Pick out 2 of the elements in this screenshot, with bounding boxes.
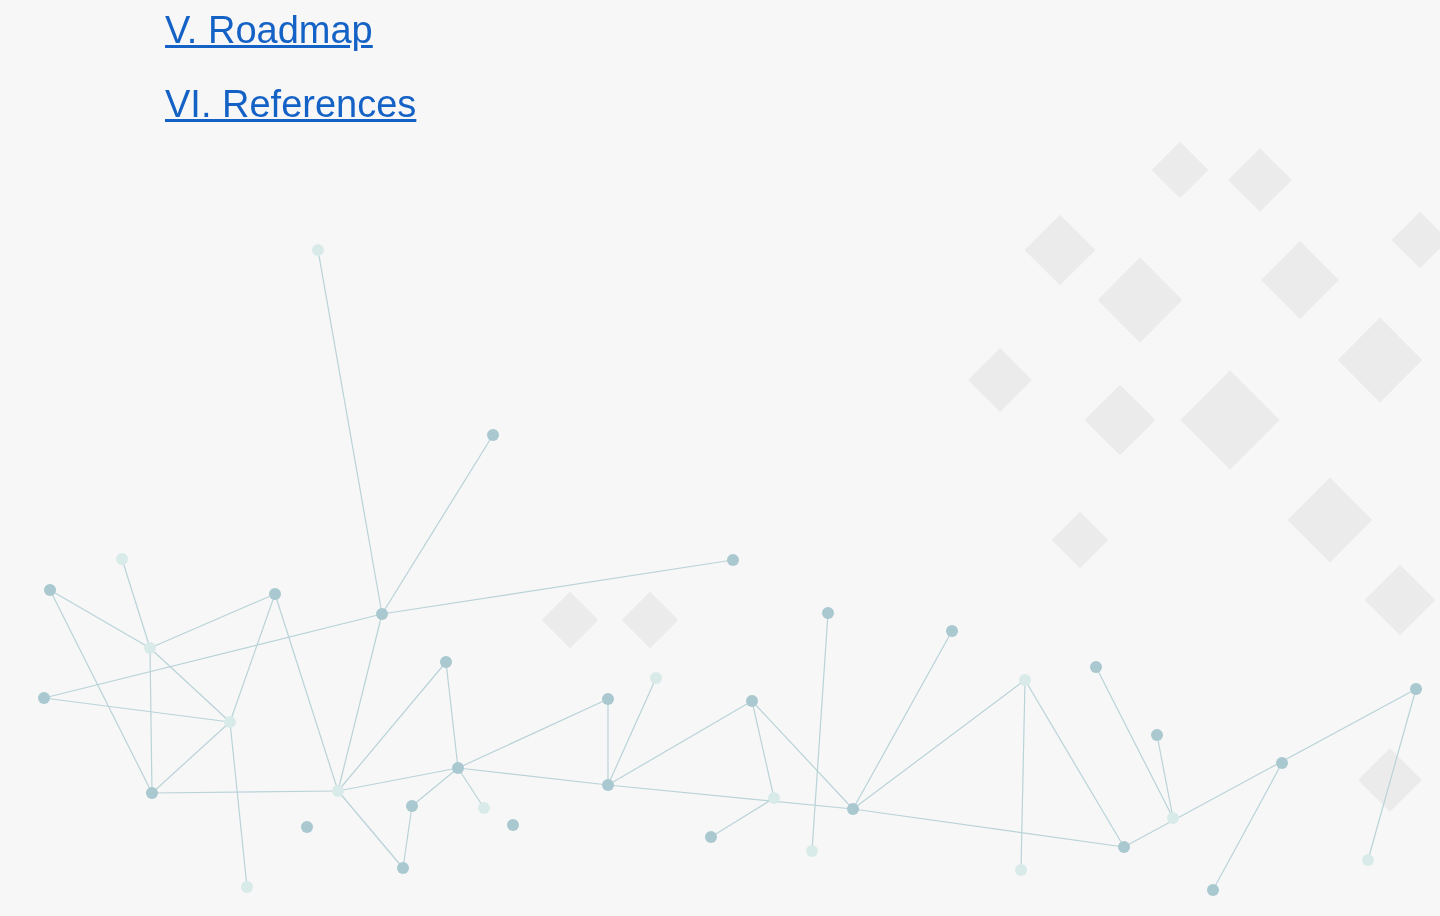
section-link[interactable]: VI. References [165,78,417,130]
section-link[interactable]: V. Roadmap [165,4,373,56]
